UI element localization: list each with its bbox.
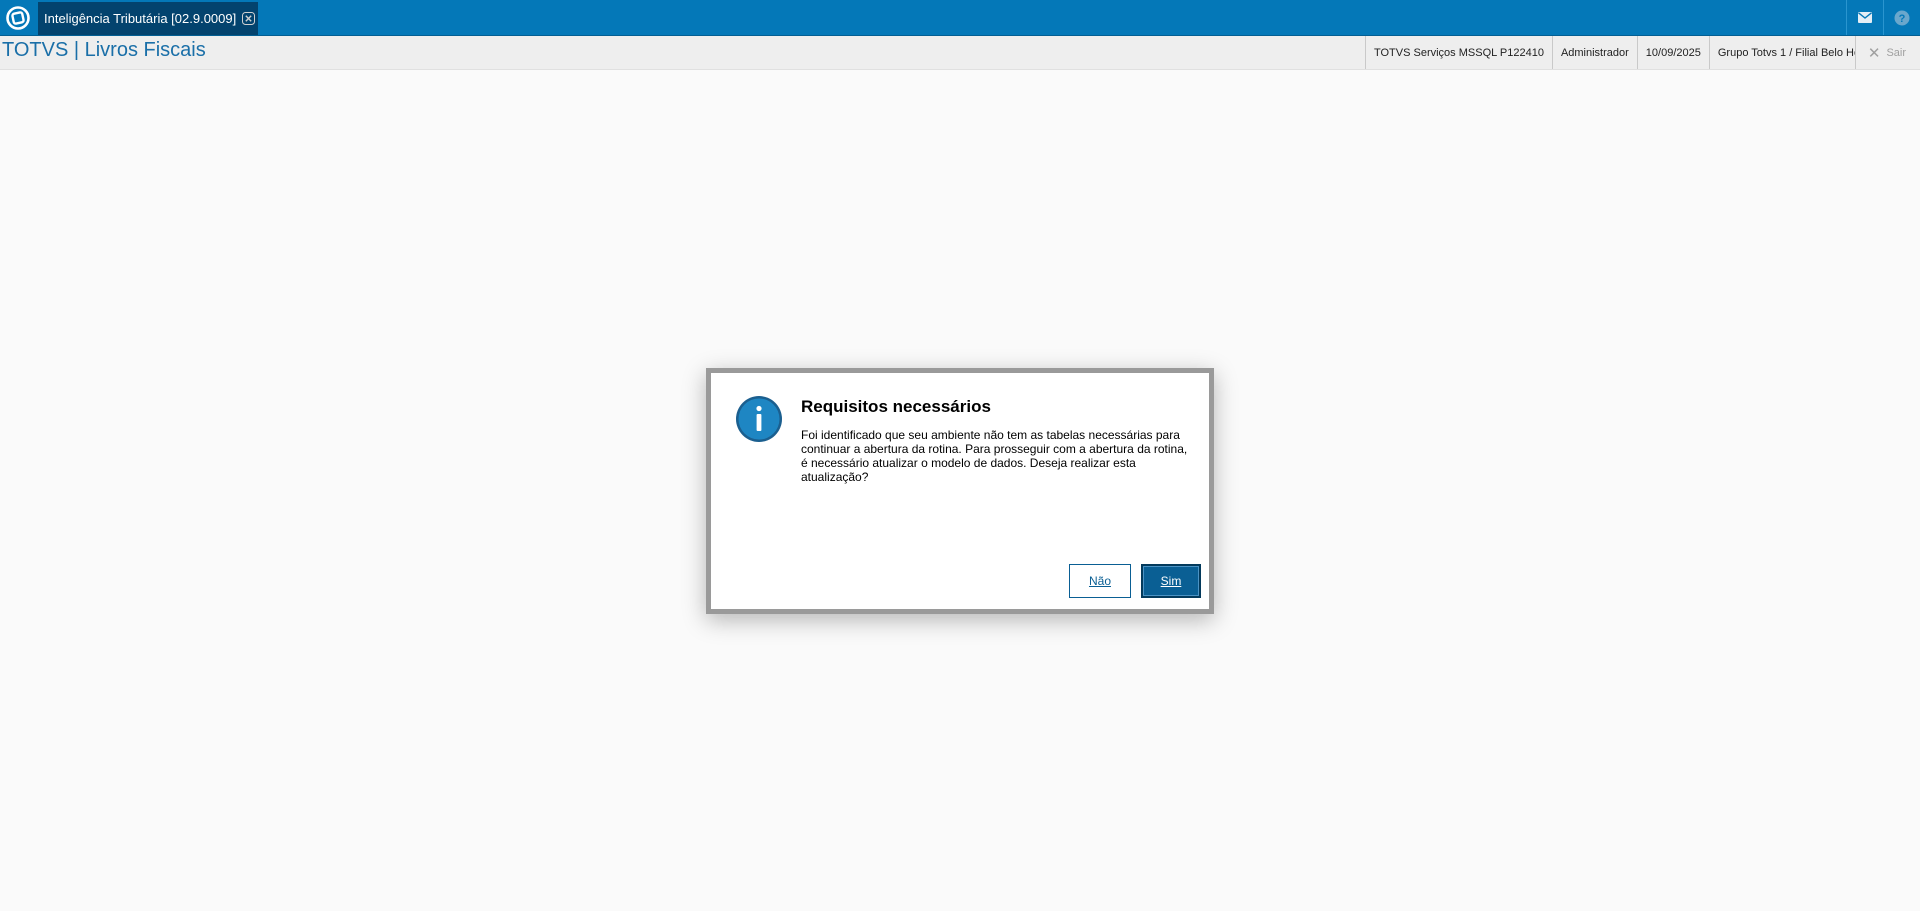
company-branch-label[interactable]: Grupo Totvs 1 / Filial Belo Hor [1708,36,1855,69]
totvs-logo-icon[interactable] [0,0,36,35]
topbar-actions: ? [1846,0,1920,35]
no-button-label: Não [1088,574,1111,588]
tab-label: Inteligência Tributária [02.9.0009] [44,11,237,26]
requirements-dialog: Requisitos necessários Foi identificado … [706,368,1214,614]
logout-button[interactable]: ✕ Sair [1854,36,1920,69]
session-info: TOTVS Serviços MSSQL P122410 Administrad… [1364,36,1920,69]
no-button[interactable]: Não [1069,564,1131,598]
user-label[interactable]: Administrador [1551,36,1637,69]
yes-button[interactable]: Sim [1141,564,1201,598]
top-bar: Inteligência Tributária [02.9.0009] ? [0,0,1920,36]
dialog-title: Requisitos necessários [801,397,991,416]
svg-text:?: ? [1899,13,1906,25]
dialog-message: Foi identificado que seu ambiente não te… [801,428,1188,484]
module-title: TOTVS | Livros Fiscais [2,39,206,61]
header-bar: TOTVS | Livros Fiscais TOTVS Serviços MS… [0,36,1920,70]
help-icon[interactable]: ? [1883,0,1920,35]
close-icon: ✕ [1867,44,1881,62]
close-icon[interactable] [242,12,256,25]
tab-inteligencia-tributaria[interactable]: Inteligência Tributária [02.9.0009] [38,2,258,35]
mail-icon[interactable] [1846,0,1883,35]
yes-button-label: Sim [1160,574,1182,588]
info-icon [735,395,783,443]
environment-label[interactable]: TOTVS Serviços MSSQL P122410 [1364,36,1552,69]
logout-label: Sair [1886,46,1906,59]
date-label[interactable]: 10/09/2025 [1636,36,1709,69]
